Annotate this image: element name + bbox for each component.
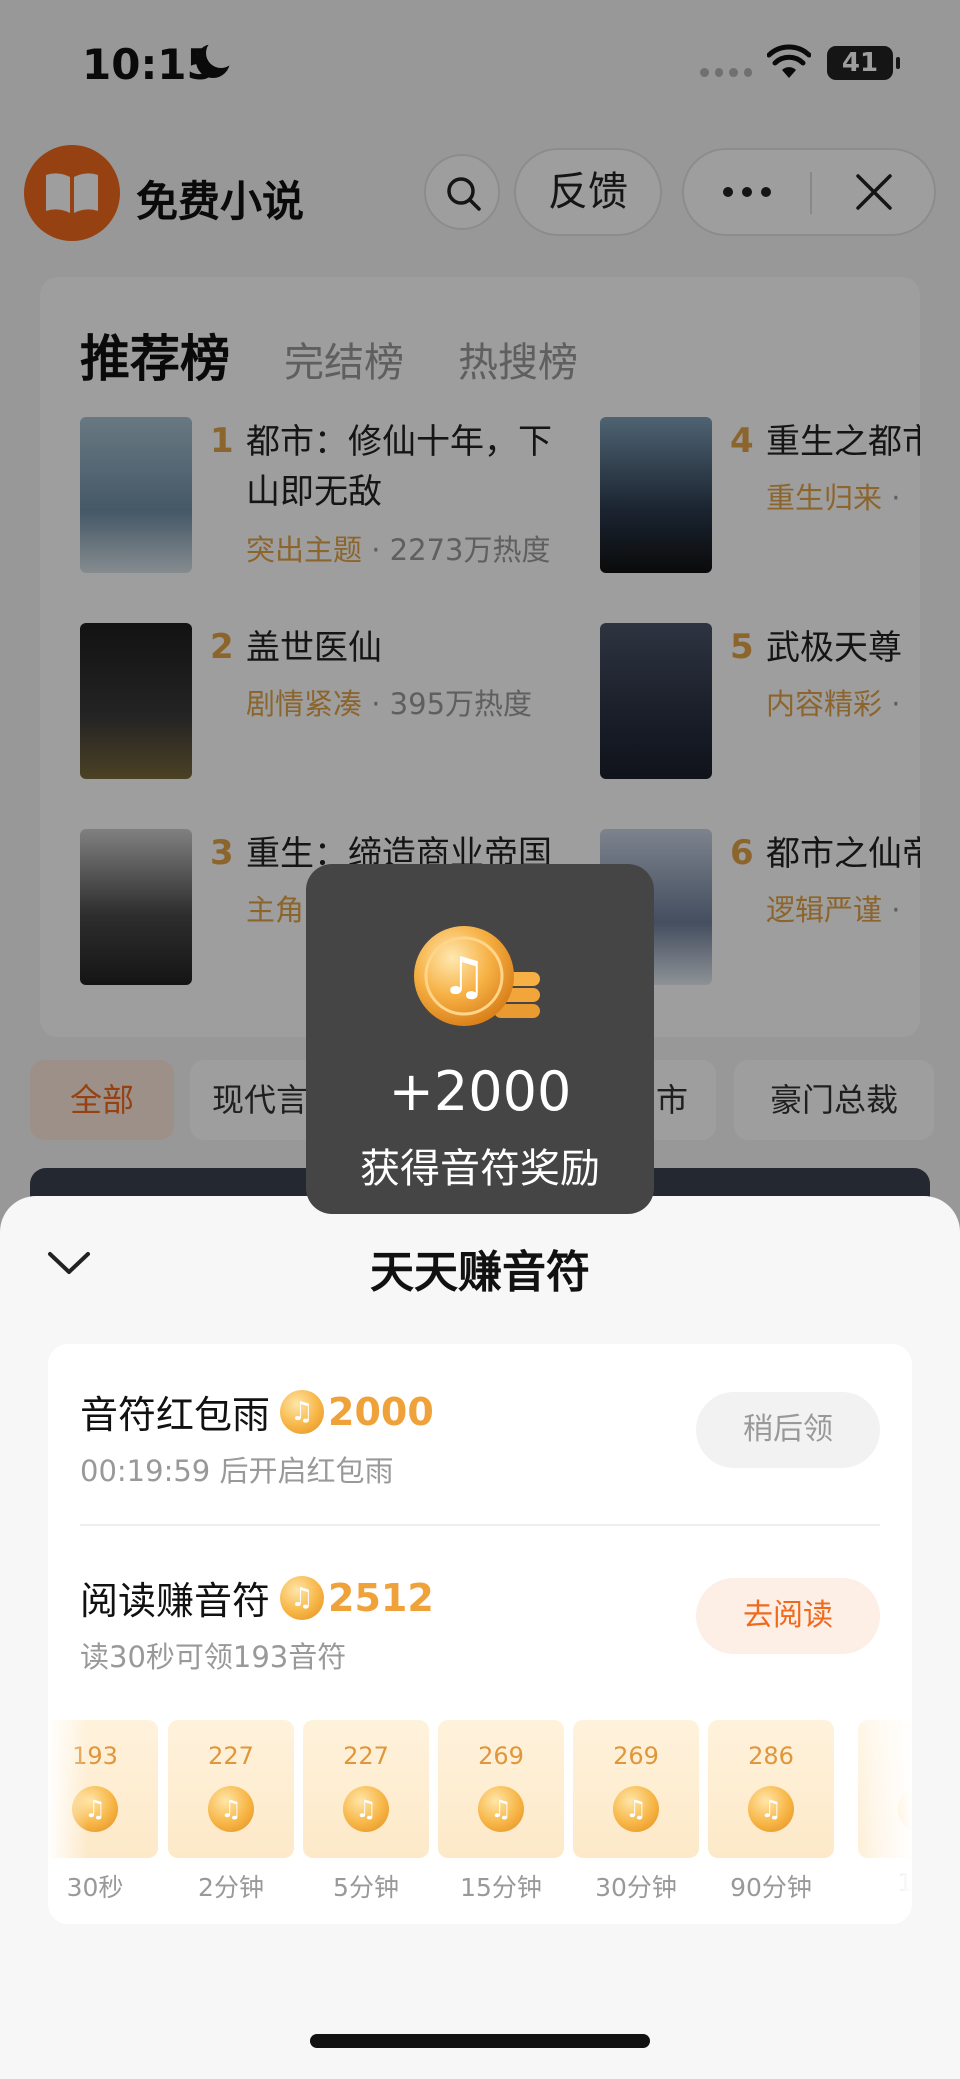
- svg-text:♫: ♫: [441, 947, 488, 1007]
- note-coin-icon: [280, 1389, 325, 1434]
- reward-toast: ♫ +2000 获得音符奖励: [306, 864, 654, 1214]
- earn-notes-sheet: 天天赚音符 音符红包雨 2000 00:19:59 后开启红包雨 稍后领 阅读赚…: [0, 1196, 960, 2079]
- reward-step: 227 5分钟: [303, 1720, 429, 1900]
- divider: [80, 1524, 880, 1526]
- reward-step: 286 90分钟: [708, 1720, 834, 1900]
- reward-step: 269 15分钟: [438, 1720, 564, 1900]
- reward-duration: 5分钟: [333, 1873, 399, 1900]
- home-indicator: [310, 2034, 650, 2048]
- note-coin-icon: [208, 1786, 254, 1832]
- reward-duration: 15分钟: [460, 1873, 542, 1900]
- note-coin-stack-icon: ♫: [414, 926, 540, 1026]
- reward-duration: 90分钟: [730, 1873, 812, 1900]
- go-read-button[interactable]: 去阅读: [696, 1578, 880, 1654]
- claim-later-button[interactable]: 稍后领: [696, 1392, 880, 1468]
- task-desc: 读30秒可领193音符: [80, 1640, 347, 1674]
- toast-amount: +2000: [388, 1060, 572, 1123]
- reward-step: 269 30分钟: [573, 1720, 699, 1900]
- reward-duration: 30秒: [66, 1873, 124, 1900]
- task-amount: 2512: [328, 1575, 434, 1620]
- reward-value: 286: [748, 1742, 794, 1770]
- reward-value: 227: [343, 1742, 389, 1770]
- reward-duration: 2分钟: [198, 1873, 264, 1900]
- note-coin-icon: [343, 1786, 389, 1832]
- reward-value: 269: [613, 1742, 659, 1770]
- toast-message: 获得音符奖励: [360, 1146, 600, 1192]
- task-name: 音符红包雨: [80, 1393, 271, 1437]
- task-name: 阅读赚音符: [80, 1579, 271, 1623]
- sheet-title: 天天赚音符: [370, 1247, 590, 1298]
- reward-step: 227 2分钟: [168, 1720, 294, 1900]
- note-coin-icon: [280, 1575, 325, 1620]
- note-coin-icon: [478, 1786, 524, 1832]
- note-coin-icon: [748, 1786, 794, 1832]
- reward-strip[interactable]: 193 30秒 227 2分钟 227 5分钟 269 15分钟 269 30分…: [48, 1720, 912, 1900]
- task-amount: 2000: [328, 1389, 434, 1434]
- task-desc: 00:19:59 后开启红包雨: [80, 1454, 394, 1488]
- task-card: 音符红包雨 2000 00:19:59 后开启红包雨 稍后领 阅读赚音符 251…: [48, 1344, 912, 1924]
- note-coin-icon: [613, 1786, 659, 1832]
- reward-value: 227: [208, 1742, 254, 1770]
- reward-value: 269: [478, 1742, 524, 1770]
- reward-duration: 30分钟: [595, 1873, 677, 1900]
